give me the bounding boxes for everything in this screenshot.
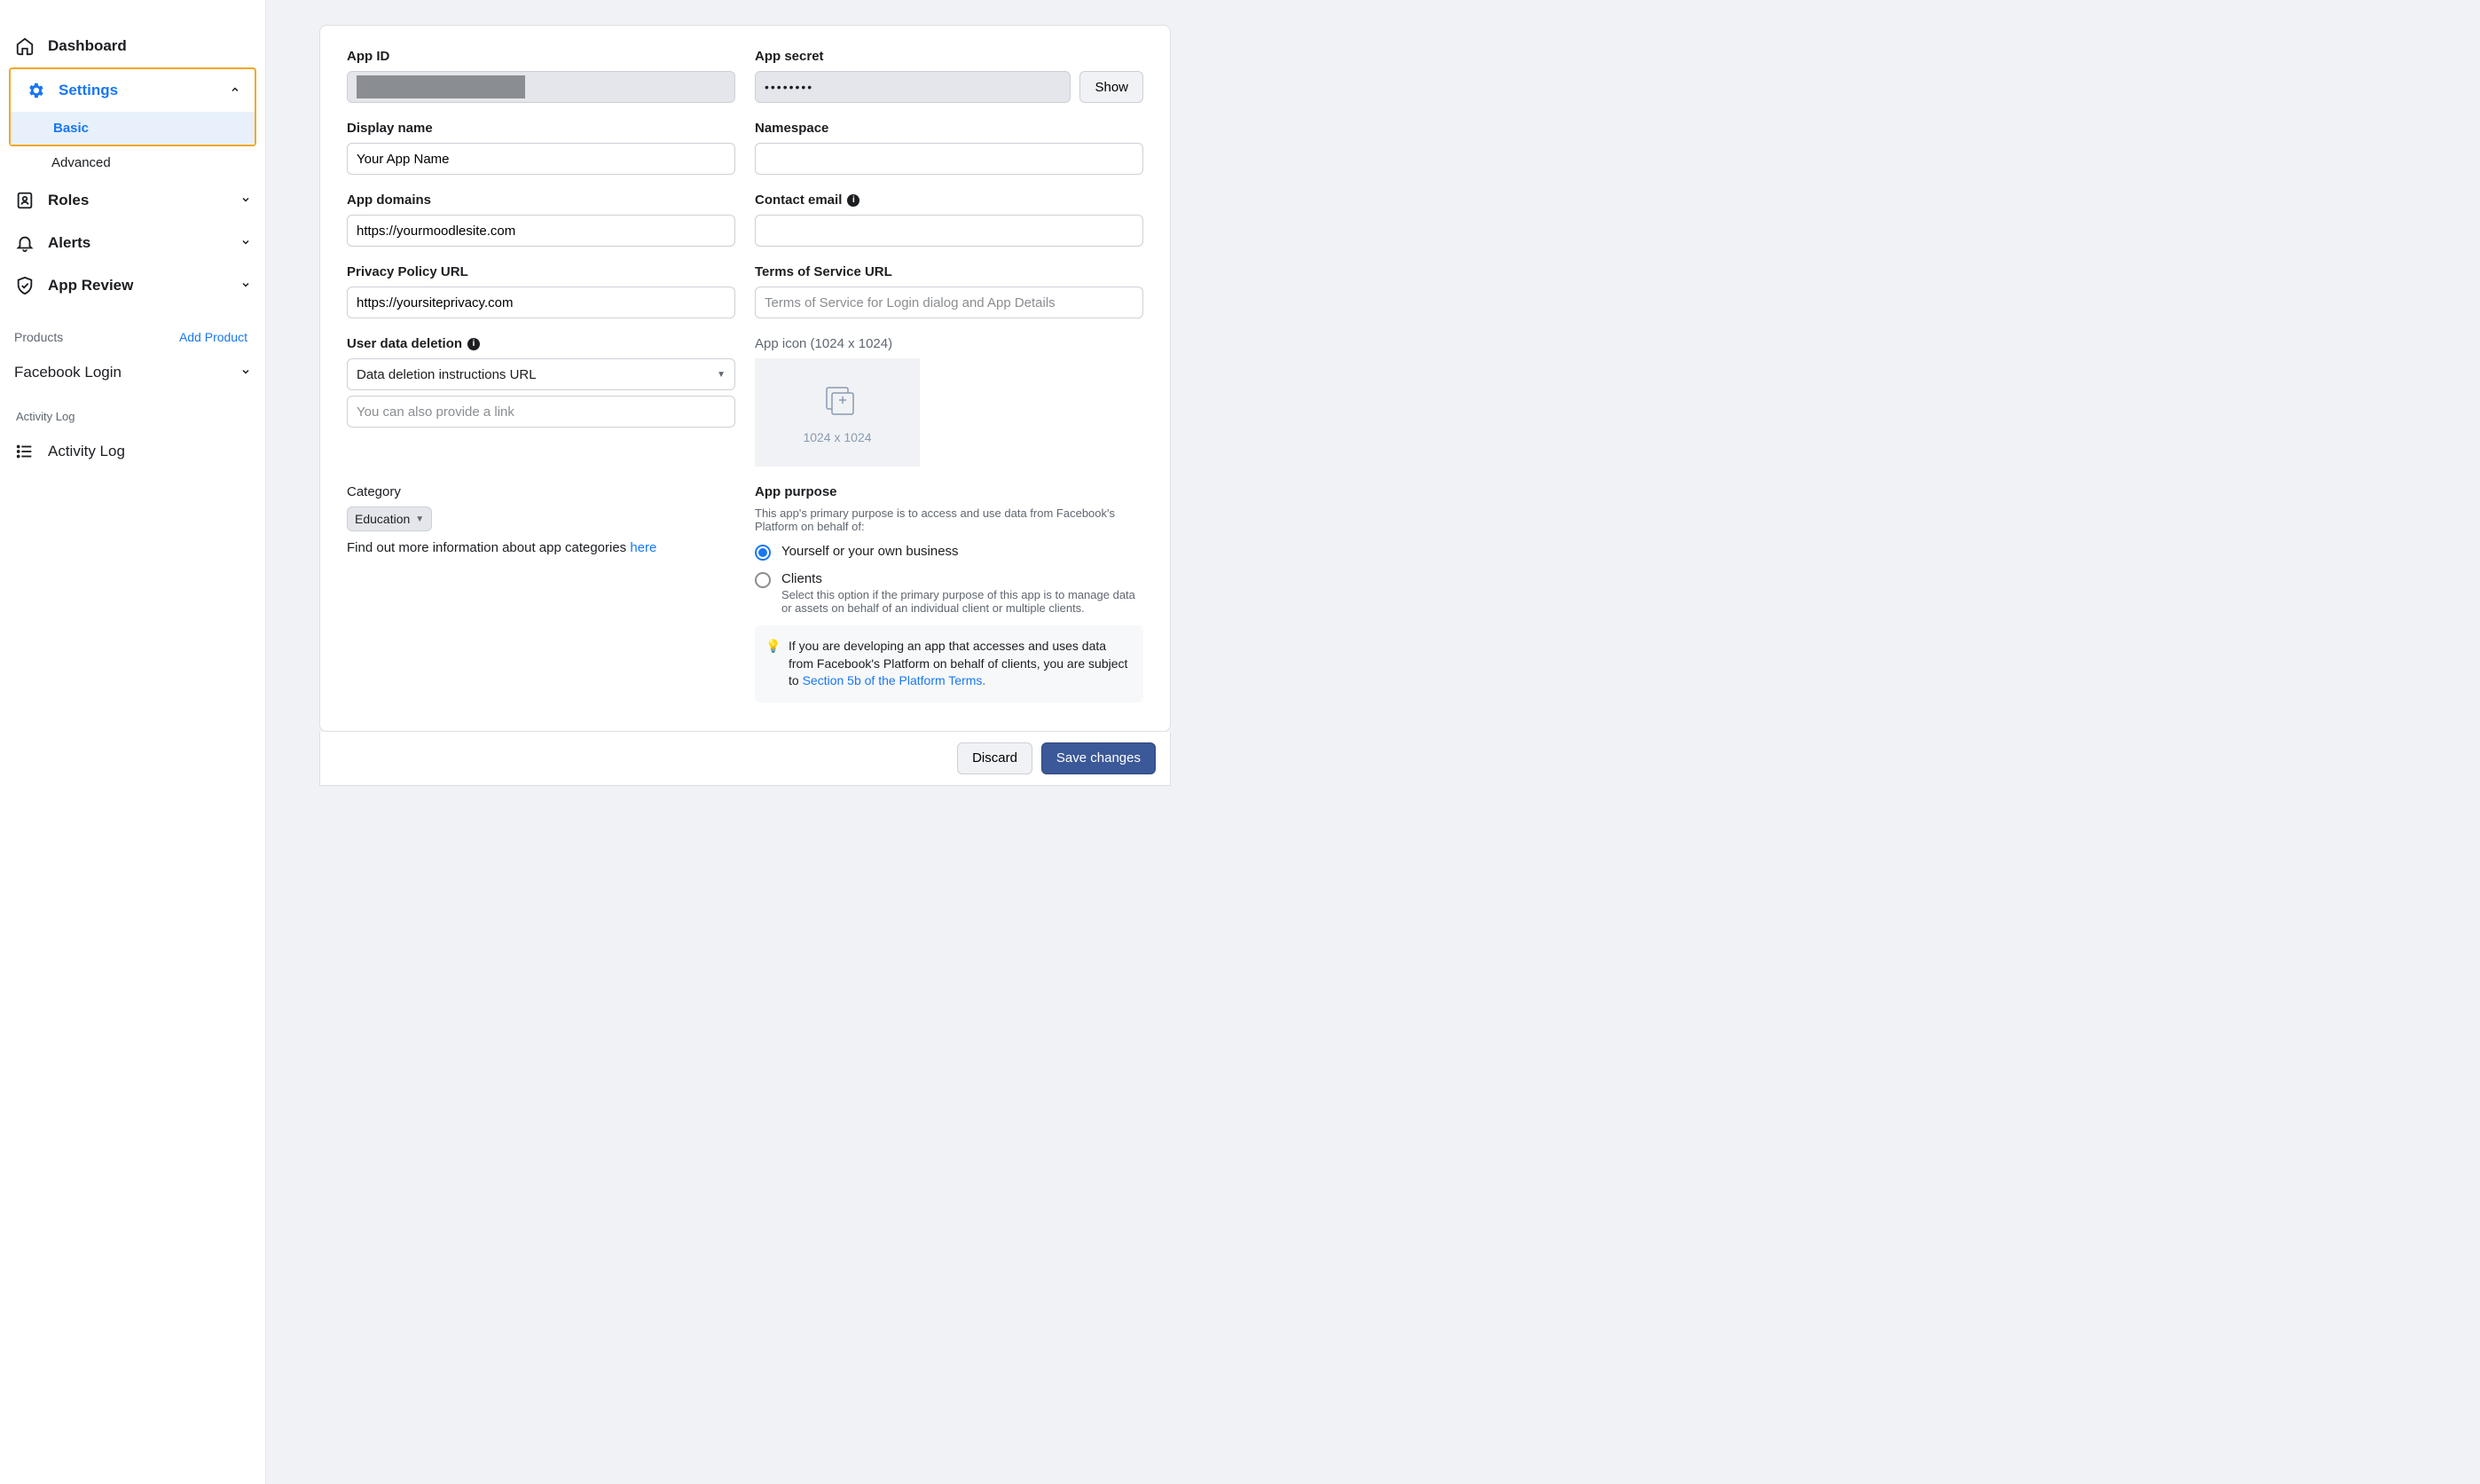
main-content: App ID App secret •••••••• Show Display …: [266, 0, 2480, 1484]
app-id-field: [347, 71, 735, 103]
nav-facebook-login[interactable]: Facebook Login: [0, 353, 265, 392]
discard-button[interactable]: Discard: [957, 742, 1032, 774]
app-secret-field: ••••••••: [755, 71, 1071, 103]
platform-terms-link[interactable]: Section 5b of the Platform Terms.: [803, 673, 986, 687]
chevron-down-icon: [240, 366, 251, 380]
app-domains-input[interactable]: [347, 215, 735, 247]
app-id-label: App ID: [347, 49, 735, 64]
nav-label: Facebook Login: [14, 364, 122, 381]
purpose-radio-clients[interactable]: [755, 572, 771, 588]
category-help-link[interactable]: here: [630, 540, 656, 555]
products-label: Products: [14, 330, 63, 344]
home-icon: [14, 35, 35, 57]
nav-settings[interactable]: Settings: [11, 69, 255, 112]
display-name-label: Display name: [347, 121, 735, 136]
privacy-url-input[interactable]: [347, 287, 735, 318]
bell-icon: [14, 232, 35, 254]
roles-icon: [14, 190, 35, 211]
chevron-up-icon: [230, 84, 240, 98]
shield-check-icon: [14, 275, 35, 296]
app-domains-label: App domains: [347, 192, 735, 208]
nav-settings-advanced[interactable]: Advanced: [9, 146, 265, 179]
app-icon-label: App icon (1024 x 1024): [755, 336, 1143, 351]
save-button[interactable]: Save changes: [1041, 742, 1156, 774]
user-data-deletion-select[interactable]: Data deletion instructions URL ▼: [347, 358, 735, 390]
nav-label: Activity Log: [48, 443, 125, 460]
app-icon-upload[interactable]: 1024 x 1024: [755, 358, 920, 467]
products-header: Products Add Product: [0, 319, 265, 353]
tos-url-input[interactable]: [755, 287, 1143, 318]
nav-app-review[interactable]: App Review: [0, 264, 265, 307]
user-data-deletion-label: User data deletion i: [347, 336, 735, 351]
category-select[interactable]: Education ▼: [347, 506, 432, 531]
show-secret-button[interactable]: Show: [1079, 71, 1143, 103]
gear-icon: [25, 80, 46, 101]
contact-email-label: Contact email i: [755, 192, 1143, 208]
app-icon-hint: 1024 x 1024: [803, 430, 871, 444]
display-name-input[interactable]: [347, 143, 735, 175]
settings-highlight: Settings Basic: [9, 67, 256, 146]
add-product-link[interactable]: Add Product: [179, 330, 247, 344]
nav-label: Dashboard: [48, 37, 127, 55]
tos-url-label: Terms of Service URL: [755, 264, 1143, 279]
nav-settings-basic[interactable]: Basic: [11, 112, 255, 145]
contact-email-input[interactable]: [755, 215, 1143, 247]
chevron-down-icon: [240, 237, 251, 250]
list-icon: [14, 441, 35, 462]
privacy-url-label: Privacy Policy URL: [347, 264, 735, 279]
category-label: Category: [347, 484, 735, 499]
caret-down-icon: ▼: [415, 514, 424, 524]
activity-log-header: Activity Log: [0, 392, 265, 430]
purpose-sub-clients: Select this option if the primary purpos…: [781, 588, 1143, 615]
nav-alerts[interactable]: Alerts: [0, 222, 265, 264]
sidebar: Dashboard Settings Basic Advanced Roles: [0, 0, 266, 1484]
info-icon: i: [847, 194, 859, 207]
purpose-label-self: Yourself or your own business: [781, 544, 959, 559]
namespace-input[interactable]: [755, 143, 1143, 175]
lightbulb-icon: 💡: [765, 638, 781, 656]
nav-label: Alerts: [48, 234, 90, 252]
user-data-deletion-link-input[interactable]: [347, 396, 735, 428]
category-help: Find out more information about app cate…: [347, 540, 735, 555]
purpose-info-box: 💡 If you are developing an app that acce…: [755, 625, 1143, 703]
chevron-down-icon: [240, 279, 251, 293]
nav-label: App Review: [48, 277, 133, 294]
purpose-radio-self[interactable]: [755, 545, 771, 561]
nav-roles[interactable]: Roles: [0, 179, 265, 222]
nav-label: Roles: [48, 192, 89, 209]
purpose-label-clients: Clients: [781, 571, 1143, 586]
app-secret-label: App secret: [755, 49, 1143, 64]
footer-bar: Discard Save changes: [319, 732, 1171, 786]
namespace-label: Namespace: [755, 121, 1143, 136]
app-purpose-label: App purpose: [755, 484, 1143, 499]
caret-down-icon: ▼: [717, 370, 726, 380]
chevron-down-icon: [240, 194, 251, 208]
app-purpose-desc: This app's primary purpose is to access …: [755, 506, 1143, 533]
nav-label: Settings: [59, 82, 118, 99]
nav-dashboard[interactable]: Dashboard: [0, 25, 265, 67]
info-icon: i: [467, 338, 480, 350]
nav-activity-log[interactable]: Activity Log: [0, 430, 265, 473]
settings-card: App ID App secret •••••••• Show Display …: [319, 25, 1171, 732]
